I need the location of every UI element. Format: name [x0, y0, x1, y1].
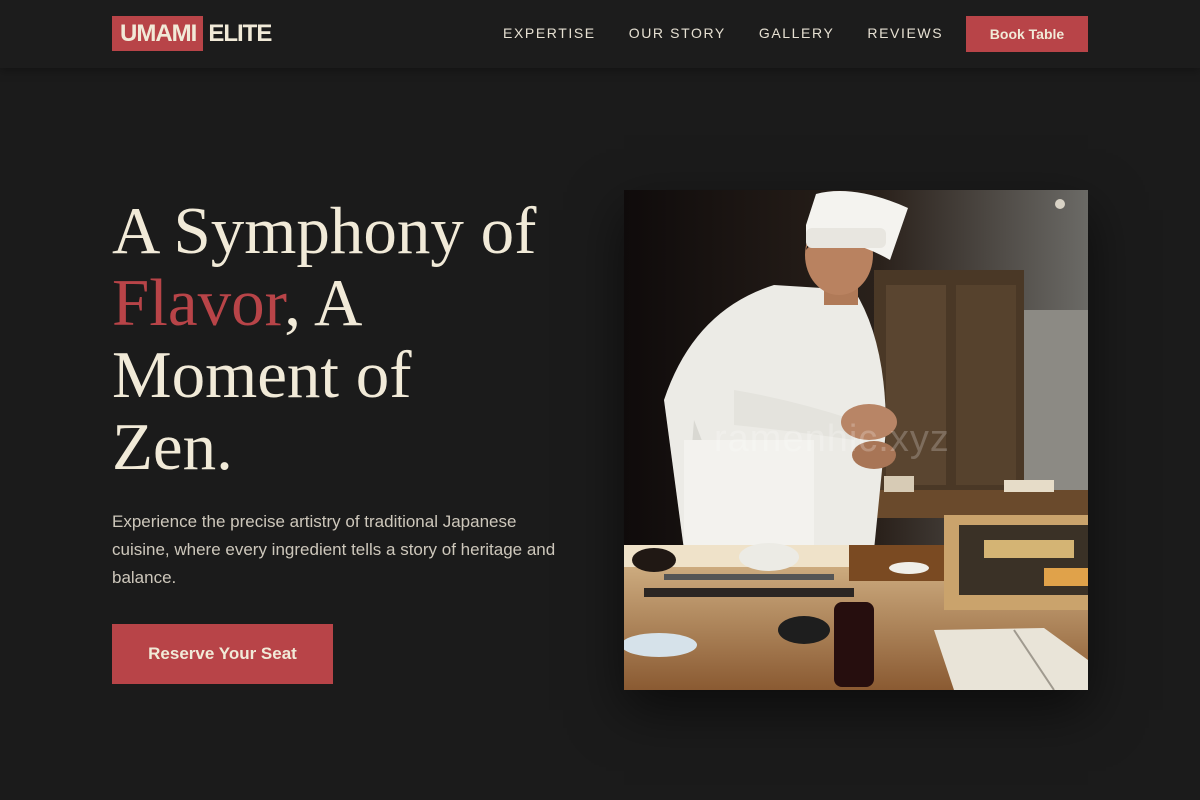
headline-accent-word: Flavor	[112, 266, 285, 340]
nav-links: EXPERTISE OUR STORY GALLERY REVIEWS	[503, 25, 943, 41]
hero-description: Experience the precise artistry of tradi…	[112, 512, 556, 587]
book-table-button[interactable]: Book Table	[966, 16, 1088, 52]
headline-line-2-rest: , A	[284, 266, 363, 340]
headline-line-4: Zen.	[112, 410, 233, 484]
headline-line-3: Moment of	[112, 338, 412, 412]
hero-headline: A Symphony of Flavor, A Moment of Zen.	[112, 195, 592, 483]
chef-hero-image: ramenhic.xyz	[624, 190, 1088, 690]
image-watermark: ramenhic.xyz	[714, 418, 950, 460]
nav-link-our-story[interactable]: OUR STORY	[629, 25, 726, 41]
logo-elite: ELITE	[208, 19, 272, 47]
nav-link-expertise[interactable]: EXPERTISE	[503, 25, 596, 41]
top-navbar: UMAMI ELITE EXPERTISE OUR STORY GALLERY …	[0, 0, 1200, 68]
headline-line-1: A Symphony of	[112, 194, 537, 268]
logo-umami: UMAMI	[112, 16, 204, 51]
nav-link-gallery[interactable]: GALLERY	[759, 25, 835, 41]
nav-link-reviews[interactable]: REVIEWS	[867, 25, 943, 41]
brand-logo[interactable]: UMAMI ELITE	[112, 16, 272, 51]
reserve-seat-button[interactable]: Reserve Your Seat	[112, 624, 333, 684]
